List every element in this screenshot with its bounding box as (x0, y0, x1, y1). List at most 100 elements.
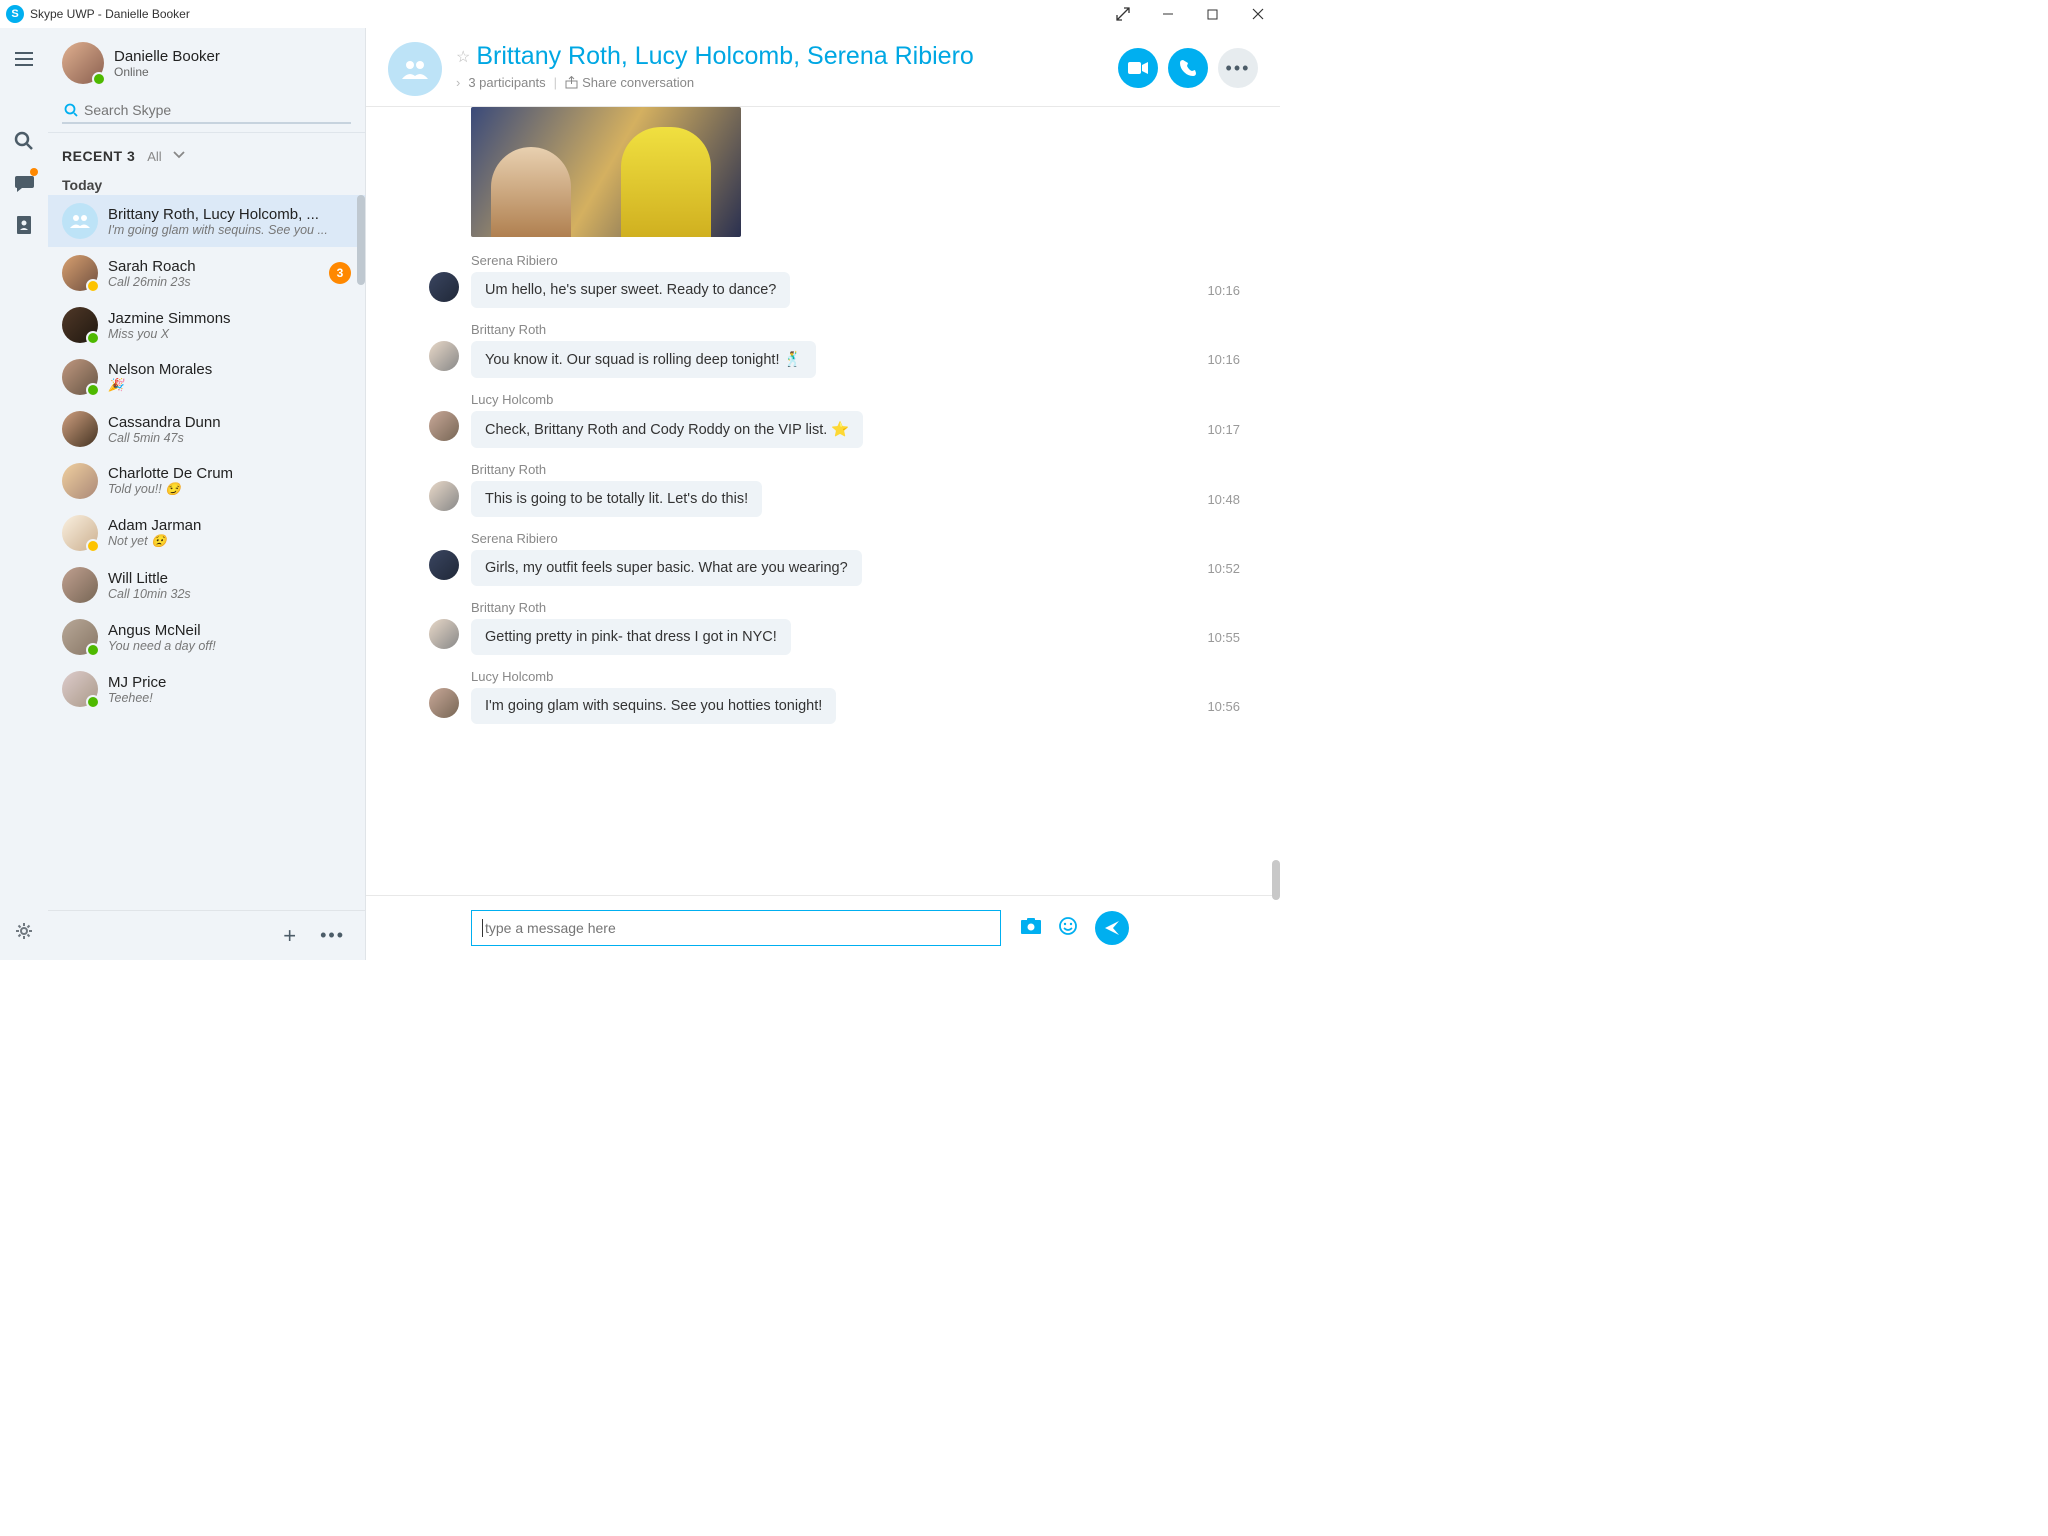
chat-item[interactable]: MJ PriceTeehee! (48, 663, 365, 715)
share-conversation-link[interactable]: Share conversation (582, 75, 694, 90)
message-time: 10:48 (1187, 492, 1240, 507)
message-sender: Brittany Roth (471, 600, 1240, 615)
scrollbar-thumb[interactable] (357, 195, 365, 285)
image-attachment[interactable] (471, 107, 741, 237)
presence-online-icon (92, 72, 106, 86)
chat-item-preview: Teehee! (108, 691, 351, 705)
maximize-button[interactable] (1190, 0, 1235, 28)
message-avatar (429, 550, 459, 580)
left-rail (0, 28, 48, 960)
profile-section[interactable]: Danielle Booker Online (48, 28, 365, 92)
chat-item-preview: Call 26min 23s (108, 275, 329, 289)
message-time: 10:16 (1187, 283, 1240, 298)
message-time: 10:16 (1187, 352, 1240, 367)
message-time: 10:17 (1187, 422, 1240, 437)
chat-item-name: Angus McNeil (108, 622, 351, 639)
contacts-icon[interactable] (0, 204, 48, 246)
search-input[interactable] (84, 102, 349, 118)
chevron-down-icon[interactable] (172, 147, 186, 165)
chat-item-preview: 🎉 (108, 378, 351, 393)
profile-name: Danielle Booker (114, 48, 220, 65)
chat-item-name: Brittany Roth, Lucy Holcomb, ... (108, 206, 351, 223)
expand-icon[interactable] (1100, 0, 1145, 28)
chat-item[interactable]: Angus McNeilYou need a day off! (48, 611, 365, 663)
skype-logo-icon: S (6, 5, 24, 23)
chat-item-name: MJ Price (108, 674, 351, 691)
chat-item-preview: Miss you X (108, 327, 351, 341)
chat-item[interactable]: Nelson Morales🎉 (48, 351, 365, 403)
message-bubble: Getting pretty in pink- that dress I got… (471, 619, 791, 655)
video-call-button[interactable] (1118, 48, 1158, 88)
chat-item[interactable]: Adam JarmanNot yet 😟 (48, 507, 365, 559)
chat-item-preview: I'm going glam with sequins. See you ... (108, 223, 351, 237)
chat-item-preview: Call 10min 32s (108, 587, 351, 601)
chat-item[interactable]: Sarah RoachCall 26min 23s 3 (48, 247, 365, 299)
recent-header: RECENT 3 All (48, 133, 365, 171)
presence-online-icon (86, 643, 100, 657)
message-avatar (429, 688, 459, 718)
sidebar: Danielle Booker Online RECENT 3 All Toda… (48, 28, 366, 960)
recent-label: RECENT 3 (62, 148, 135, 164)
chat-item-preview: You need a day off! (108, 639, 351, 653)
message-list: Serena RibieroUm hello, he's super sweet… (366, 107, 1280, 895)
message-bubble: I'm going glam with sequins. See you hot… (471, 688, 836, 724)
participants-count[interactable]: 3 participants (468, 75, 545, 90)
conversation-header: ☆ Brittany Roth, Lucy Holcomb, Serena Ri… (366, 28, 1280, 107)
message-bubble: You know it. Our squad is rolling deep t… (471, 341, 816, 378)
avatar (62, 359, 98, 395)
message-sender: Serena Ribiero (471, 253, 1240, 268)
avatar (62, 515, 98, 551)
window-title: Skype UWP - Danielle Booker (30, 7, 190, 21)
chat-item-group[interactable]: Brittany Roth, Lucy Holcomb, ...I'm goin… (48, 195, 365, 247)
message-time: 10:55 (1187, 630, 1240, 645)
chat-item[interactable]: Charlotte De CrumTold you!! 😏 (48, 455, 365, 507)
audio-call-button[interactable] (1168, 48, 1208, 88)
favorite-star-icon[interactable]: ☆ (456, 47, 470, 67)
attach-image-icon[interactable] (1021, 918, 1041, 939)
chat-list: Brittany Roth, Lucy Holcomb, ...I'm goin… (48, 195, 365, 910)
message-avatar (429, 411, 459, 441)
emoji-icon[interactable] (1059, 917, 1077, 940)
message-input-container[interactable] (471, 910, 1001, 946)
send-button[interactable] (1095, 911, 1129, 945)
message-sender: Brittany Roth (471, 462, 1240, 477)
avatar (62, 463, 98, 499)
minimize-button[interactable] (1145, 0, 1190, 28)
chat-icon[interactable] (0, 162, 48, 204)
scrollbar-thumb[interactable] (1272, 860, 1280, 900)
presence-online-icon (86, 331, 100, 345)
message-time: 10:56 (1187, 699, 1240, 714)
avatar (62, 671, 98, 707)
recent-filter[interactable]: All (147, 149, 161, 164)
menu-icon[interactable] (0, 38, 48, 80)
add-button[interactable]: + (283, 923, 296, 949)
group-avatar-icon (388, 42, 442, 96)
message-bubble: This is going to be totally lit. Let's d… (471, 481, 762, 517)
presence-online-icon (86, 695, 100, 709)
chat-item[interactable]: Cassandra DunnCall 5min 47s (48, 403, 365, 455)
message-avatar (429, 341, 459, 371)
presence-away-icon (86, 539, 100, 553)
presence-away-icon (86, 279, 100, 293)
chat-item[interactable]: Will LittleCall 10min 32s (48, 559, 365, 611)
settings-icon[interactable] (0, 910, 48, 952)
message-input[interactable] (485, 920, 990, 936)
chat-item-preview: Call 5min 47s (108, 431, 351, 445)
chevron-right-icon[interactable]: › (456, 75, 460, 90)
search-icon[interactable] (0, 120, 48, 162)
search-icon (64, 103, 78, 117)
conversation-title: Brittany Roth, Lucy Holcomb, Serena Ribi… (476, 42, 973, 71)
main-panel: ☆ Brittany Roth, Lucy Holcomb, Serena Ri… (366, 28, 1280, 960)
more-options-button[interactable]: ••• (1218, 48, 1258, 88)
more-button[interactable]: ••• (320, 925, 345, 946)
chat-item-name: Cassandra Dunn (108, 414, 351, 431)
message-bubble: Girls, my outfit feels super basic. What… (471, 550, 862, 586)
avatar (62, 567, 98, 603)
day-label: Today (48, 171, 365, 195)
message-sender: Lucy Holcomb (471, 392, 1240, 407)
message-avatar (429, 619, 459, 649)
chat-item-name: Nelson Morales (108, 361, 351, 378)
close-button[interactable] (1235, 0, 1280, 28)
chat-item-name: Jazmine Simmons (108, 310, 351, 327)
chat-item[interactable]: Jazmine SimmonsMiss you X (48, 299, 365, 351)
